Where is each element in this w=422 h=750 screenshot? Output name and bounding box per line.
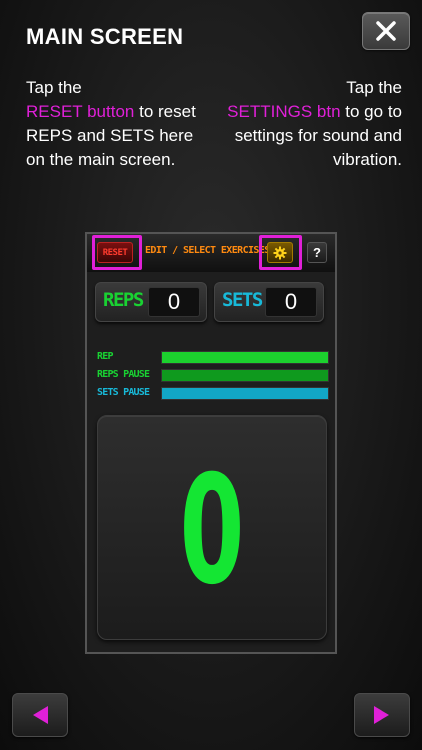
- close-icon: [376, 21, 396, 41]
- reps-pause-progress-label: REPS PAUSE: [97, 369, 150, 380]
- triangle-right-icon: [374, 706, 389, 724]
- sets-value: 0: [265, 287, 317, 317]
- sets-pause-progress-label: SETS PAUSE: [97, 387, 150, 398]
- page-title: MAIN SCREEN: [26, 24, 184, 49]
- big-counter-value: 0: [179, 444, 245, 618]
- rep-progress-label: REP: [97, 351, 113, 362]
- reset-instruction-intro: Tap the: [26, 78, 82, 97]
- reps-counter: REPS 0: [95, 282, 207, 322]
- reps-pause-progress-row: REPS PAUSE: [97, 368, 329, 382]
- settings-instruction: Tap the SETTINGS btn to go to settings f…: [212, 76, 402, 172]
- rep-progress-row: REP: [97, 350, 329, 364]
- rep-progress-fill: [162, 352, 328, 363]
- sets-pause-progress-fill: [162, 388, 328, 399]
- reps-pause-progress-fill: [162, 370, 328, 381]
- sets-pause-progress-bar: [161, 387, 329, 400]
- reset-instruction-highlight: RESET button: [26, 102, 135, 121]
- close-button[interactable]: [362, 12, 410, 50]
- help-button[interactable]: ?: [307, 242, 327, 263]
- triangle-left-icon: [33, 706, 48, 724]
- reps-pause-progress-bar: [161, 369, 329, 382]
- preview-topbar: RESET EDIT / SELECT EXERCISES ?: [87, 234, 335, 272]
- sets-counter: SETS 0: [214, 282, 324, 322]
- sets-label: SETS: [222, 289, 263, 311]
- reset-highlight-box: [92, 235, 142, 270]
- reset-instruction: Tap the RESET button to reset REPS and S…: [26, 76, 196, 172]
- next-button[interactable]: [354, 693, 410, 737]
- settings-instruction-highlight: SETTINGS btn: [227, 102, 341, 121]
- reps-value: 0: [148, 287, 200, 317]
- reps-label: REPS: [103, 289, 144, 311]
- settings-instruction-intro: Tap the: [346, 78, 402, 97]
- sets-pause-progress-row: SETS PAUSE: [97, 386, 329, 400]
- previous-button[interactable]: [12, 693, 68, 737]
- big-counter-display[interactable]: 0: [97, 415, 327, 640]
- rep-progress-bar: [161, 351, 329, 364]
- edit-exercises-button[interactable]: EDIT / SELECT EXERCISES: [145, 245, 270, 256]
- app-screenshot-preview: RESET EDIT / SELECT EXERCISES ? REPS 0 S…: [85, 232, 337, 654]
- settings-highlight-box: [259, 235, 302, 270]
